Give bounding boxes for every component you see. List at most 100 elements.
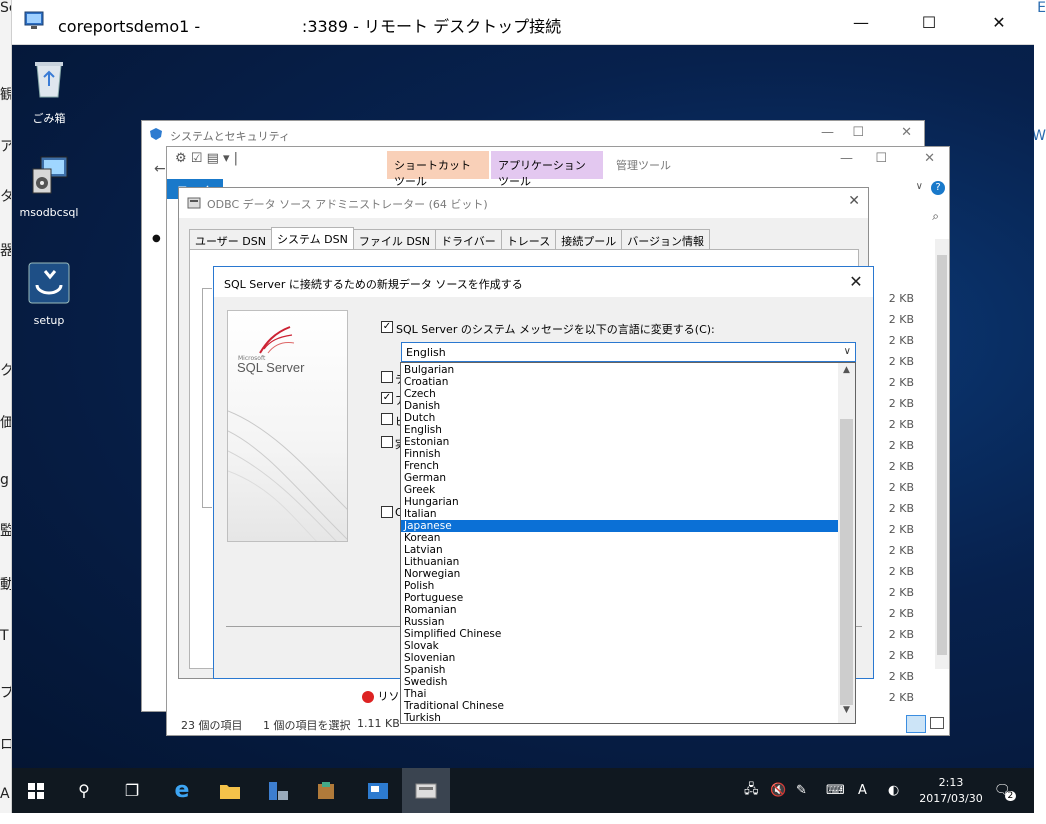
language-option[interactable]: Portuguese [401,592,839,604]
language-option[interactable]: Czech [401,388,839,400]
language-option[interactable]: Dutch [401,412,839,424]
msodbcsql-desktop-icon[interactable]: msodbcsql [14,153,84,219]
recycle-bin-desktop-icon[interactable]: ごみ箱 [14,57,84,126]
language-option[interactable]: Danish [401,400,839,412]
search-icon[interactable]: ⌕ [932,209,939,224]
explorer-scrollbar[interactable] [935,239,949,669]
help-icon[interactable]: ? [931,181,945,195]
language-option[interactable]: Russian [401,616,839,628]
language-option[interactable]: Swedish [401,676,839,688]
back-minimize-icon[interactable]: — [821,125,834,140]
language-checkbox[interactable]: ✓ [381,321,393,333]
tab-system-dsn[interactable]: システム DSN [270,227,354,249]
ribbon-context-shortcut[interactable]: ショートカット ツール [387,151,489,188]
resource-item[interactable]: リソ [362,688,400,704]
language-option[interactable]: Latvian [401,544,839,556]
ribbon-collapse-icon[interactable]: ∨ [916,181,923,192]
language-option[interactable]: Spanish [401,664,839,676]
ie-taskbar-button[interactable]: e [158,768,206,813]
ribbon-context-application[interactable]: アプリケーション ツール [491,151,603,188]
scrollbar-thumb[interactable] [840,419,853,705]
front-maximize-icon[interactable]: ☐ [875,151,887,166]
host-left-fragment: 価 [0,412,11,432]
tab-about[interactable]: バージョン情報 [621,229,711,249]
volume-muted-icon[interactable]: 🔇 [770,768,786,813]
option-checkbox-5[interactable] [381,506,393,518]
task-view-button[interactable]: ❐ [108,768,156,813]
language-option[interactable]: Slovenian [401,652,839,664]
tab-file-dsn[interactable]: ファイル DSN [352,229,437,249]
option-checkbox-4[interactable] [381,436,393,448]
tiles-view-icon[interactable] [930,717,944,729]
dialog-title-bar[interactable]: SQL Server に接続するための新規データ ソースを作成する ✕ [214,267,873,297]
keyboard-icon[interactable]: ⌨ [826,768,845,813]
tab-user-dsn[interactable]: ユーザー DSN [189,229,272,249]
dialog-close-button[interactable]: ✕ [845,271,867,293]
language-option[interactable]: Slovak [401,640,839,652]
odbc-taskbar-button[interactable] [402,768,450,813]
back-maximize-icon[interactable]: ☐ [852,125,864,140]
server-manager-icon [269,781,288,800]
network-icon[interactable]: 🖧 [744,768,759,813]
option-checkbox-1[interactable] [381,371,393,383]
language-option-selected[interactable]: Japanese [401,520,839,532]
language-option[interactable]: Polish [401,580,839,592]
scroll-down-icon[interactable]: ▼ [838,705,855,721]
dropdown-scrollbar[interactable]: ▲ ▼ [838,363,855,723]
language-option[interactable]: Korean [401,532,839,544]
language-option[interactable]: German [401,472,839,484]
language-option[interactable]: Hungarian [401,496,839,508]
msodbcsql-label: msodbcsql [19,206,79,219]
front-minimize-icon[interactable]: — [840,151,853,166]
language-option[interactable]: Bulgarian [401,364,839,376]
server-manager-taskbar-button[interactable] [254,768,302,813]
rdp-title-bar[interactable]: coreportsdemo1 - :3389 - リモート デスクトップ接続 —… [12,0,1034,45]
details-view-icon[interactable] [906,715,926,733]
sql-server-logo-icon [259,326,295,354]
search-button[interactable]: ⚲ [60,768,108,813]
language-option[interactable]: Norwegian [401,568,839,580]
language-option[interactable]: Finnish [401,448,839,460]
language-option[interactable]: English [401,424,839,436]
language-option[interactable]: Turkish [401,712,839,723]
ime-status-icon[interactable]: ◐ [888,768,899,813]
front-close-icon[interactable]: ✕ [924,151,935,166]
taskbar-clock[interactable]: 2:13 2017/03/30 [916,775,986,807]
tab-drivers[interactable]: ドライバー [435,229,502,249]
action-center-button[interactable]: 🗨 2 [994,768,1017,813]
tab-connection-pooling[interactable]: 接続プール [555,229,623,249]
language-option[interactable]: Thai [401,688,839,700]
language-select[interactable]: English ∨ [401,342,856,362]
scroll-up-icon[interactable]: ▲ [838,365,855,381]
maximize-button[interactable]: ☐ [906,0,952,45]
language-option[interactable]: Croatian [401,376,839,388]
back-arrow-icon[interactable]: ← [154,161,166,177]
language-option[interactable]: French [401,460,839,472]
language-option[interactable]: Romanian [401,604,839,616]
minimize-button[interactable]: — [838,0,884,45]
odbc-close-icon[interactable]: ✕ [848,193,860,209]
quick-access-toolbar[interactable]: ⚙ ☑ ▤ ▾ | [175,151,255,171]
language-option[interactable]: Greek [401,484,839,496]
language-option[interactable]: Simplified Chinese [401,628,839,640]
file-explorer-taskbar-button[interactable] [206,768,254,813]
host-left-fragment: ク [0,360,11,380]
option-checkbox-3[interactable] [381,413,393,425]
language-dropdown-list[interactable]: Bulgarian Croatian Czech Danish Dutch English… [400,362,856,724]
odbc-title-bar[interactable]: ODBC データ ソース アドミニストレーター (64 ビット) ✕ [179,188,868,218]
language-option[interactable]: Traditional Chinese [401,700,839,712]
admin-tools-taskbar-button[interactable] [354,768,402,813]
ribbon-context-admin[interactable]: 管理ツール [609,151,679,179]
pen-icon[interactable]: ✎ [796,768,807,813]
language-option[interactable]: Italian [401,508,839,520]
tab-tracing[interactable]: トレース [500,229,557,249]
installer-taskbar-button[interactable] [302,768,350,813]
language-option[interactable]: Estonian [401,436,839,448]
language-option[interactable]: Lithuanian [401,556,839,568]
option-checkbox-2[interactable]: ✓ [381,392,393,404]
back-close-icon[interactable]: ✕ [901,125,912,140]
close-button[interactable]: ✕ [976,0,1022,45]
setup-desktop-icon[interactable]: setup [14,261,84,327]
start-button[interactable] [12,768,60,813]
ime-mode-indicator[interactable]: A [858,768,867,813]
